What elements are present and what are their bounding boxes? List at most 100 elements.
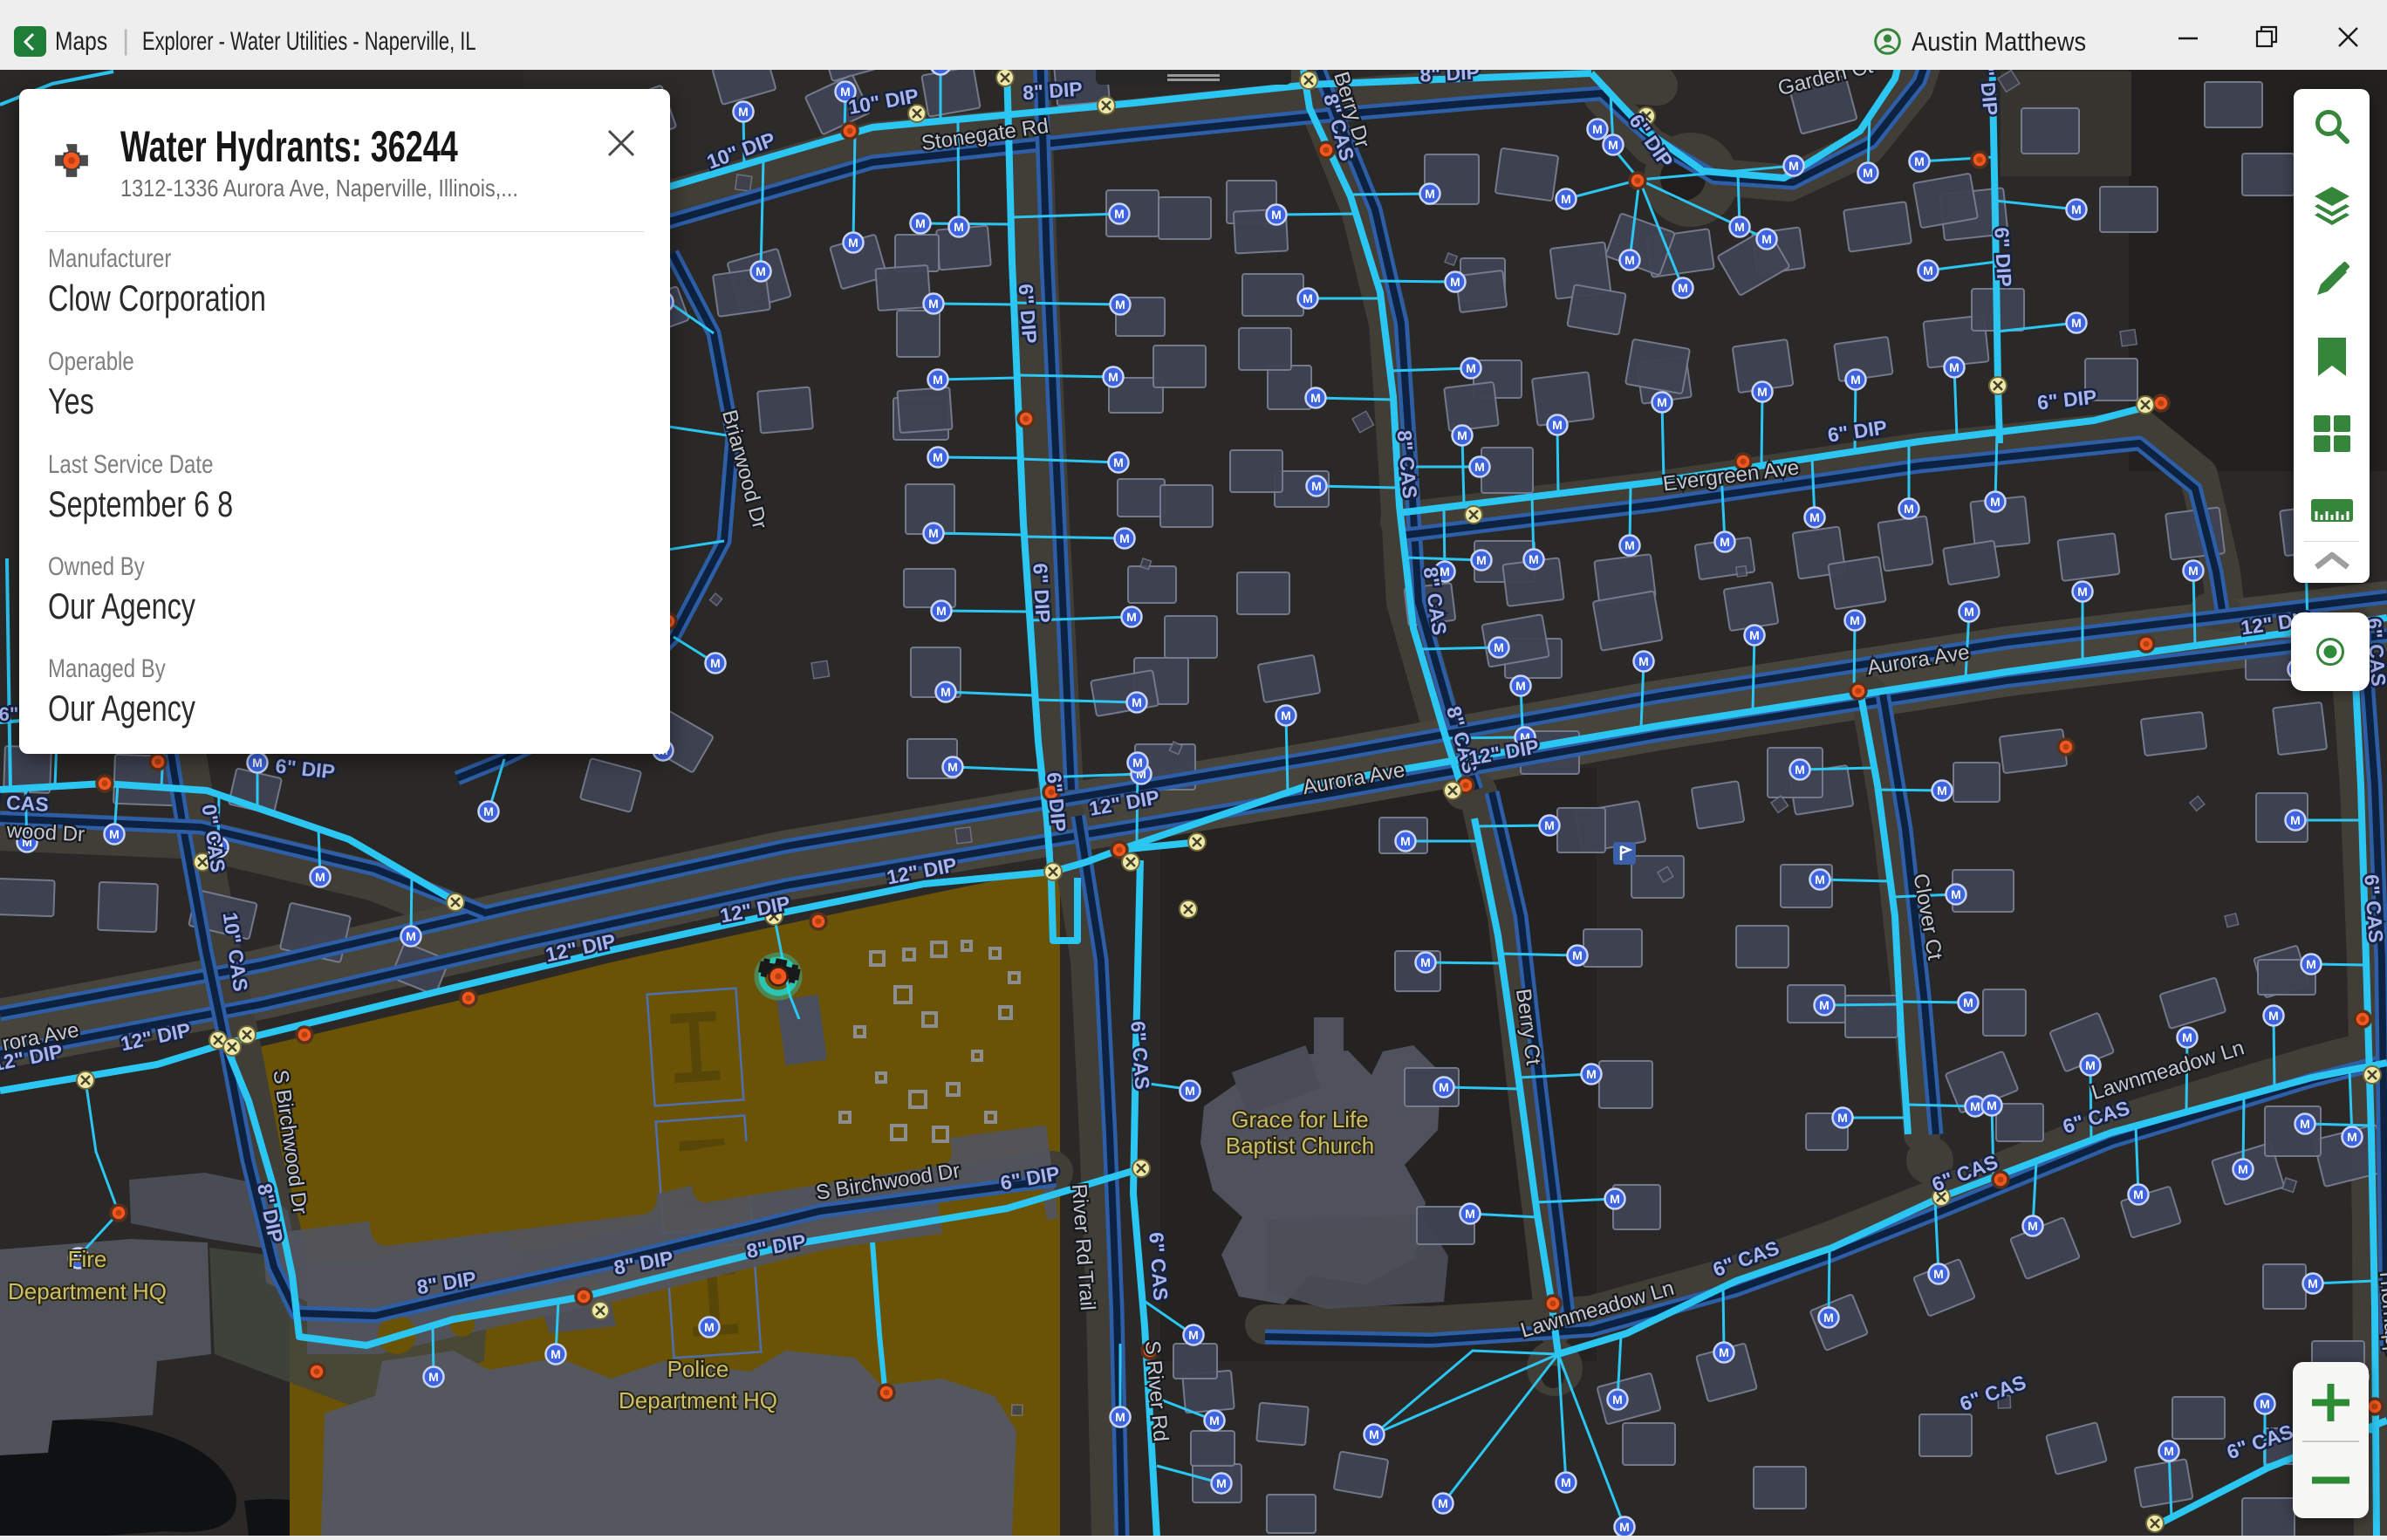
svg-text:M: M: [1964, 605, 1974, 619]
svg-text:M: M: [1823, 1311, 1834, 1324]
svg-text:M: M: [2300, 1117, 2310, 1131]
svg-text:M: M: [2028, 1219, 2038, 1233]
svg-text:M: M: [2260, 1397, 2270, 1411]
svg-text:M: M: [1114, 207, 1125, 221]
svg-text:M: M: [710, 656, 721, 670]
svg-text:M: M: [2085, 1058, 2096, 1072]
svg-text:M: M: [947, 760, 958, 774]
svg-text:M: M: [2182, 1030, 2192, 1044]
svg-text:M: M: [738, 105, 749, 119]
svg-text:M: M: [1749, 628, 1760, 642]
svg-text:M: M: [1624, 538, 1635, 552]
svg-text:M: M: [1850, 613, 1860, 627]
svg-text:M: M: [2308, 1276, 2318, 1290]
svg-text:M: M: [1963, 996, 1973, 1010]
svg-text:M: M: [1281, 708, 1291, 722]
svg-text:M: M: [2188, 564, 2199, 578]
svg-text:M: M: [848, 236, 858, 250]
svg-text:M: M: [109, 827, 120, 841]
svg-text:M: M: [1209, 1413, 1220, 1427]
svg-text:M: M: [1904, 502, 1914, 516]
svg-text:M: M: [1592, 122, 1603, 136]
svg-text:M: M: [2071, 202, 2082, 216]
svg-text:M: M: [1310, 391, 1321, 405]
svg-text:M: M: [1303, 291, 1313, 305]
svg-text:wood Dr: wood Dr: [5, 819, 85, 847]
svg-text:M: M: [1465, 1207, 1475, 1221]
svg-text:M: M: [1990, 495, 2001, 509]
svg-text:M: M: [756, 264, 766, 278]
svg-text:M: M: [933, 450, 943, 464]
svg-text:M: M: [1761, 232, 1772, 246]
svg-text:M: M: [1720, 535, 1730, 549]
svg-text:M: M: [1188, 1328, 1199, 1342]
svg-text:M: M: [1819, 998, 1830, 1012]
svg-text:M: M: [1572, 948, 1583, 962]
svg-text:M: M: [483, 804, 494, 818]
svg-text:Grace for Life: Grace for Life: [1231, 1106, 1369, 1133]
svg-text:M: M: [1425, 187, 1435, 201]
svg-text:6" CAS: 6" CAS: [1126, 1020, 1153, 1090]
svg-text:6" CAS: 6" CAS: [0, 790, 49, 816]
svg-text:6" DIP: 6" DIP: [1015, 283, 1042, 344]
svg-text:M: M: [1474, 460, 1485, 474]
svg-text:6" DIP: 6" DIP: [1990, 227, 2016, 288]
svg-text:M: M: [954, 220, 964, 234]
svg-text:M: M: [1815, 873, 1825, 886]
svg-text:Fire: Fire: [68, 1246, 107, 1272]
svg-text:M: M: [1586, 1067, 1597, 1081]
svg-text:M: M: [1757, 385, 1768, 399]
svg-text:M: M: [1970, 1099, 1980, 1113]
svg-text:M: M: [1113, 455, 1124, 469]
svg-text:M: M: [1795, 763, 1805, 777]
svg-text:Department HQ: Department HQ: [619, 1387, 777, 1413]
svg-text:M: M: [1610, 1192, 1620, 1206]
svg-text:M: M: [1923, 264, 1933, 277]
svg-text:6": 6": [0, 703, 18, 725]
svg-text:M: M: [1126, 610, 1137, 624]
svg-text:M: M: [1515, 679, 1526, 693]
svg-text:M: M: [1951, 887, 1961, 901]
svg-text:M: M: [428, 1370, 439, 1384]
svg-text:M: M: [928, 526, 939, 540]
svg-text:M: M: [1678, 281, 1688, 295]
svg-text:M: M: [1937, 784, 1947, 797]
svg-text:M: M: [1837, 1111, 1848, 1125]
svg-text:M: M: [1809, 510, 1820, 524]
svg-text:M: M: [1115, 298, 1125, 311]
svg-text:Baptist Church: Baptist Church: [1226, 1133, 1375, 1159]
svg-text:M: M: [1132, 756, 1143, 770]
svg-text:M: M: [1369, 1427, 1379, 1441]
svg-text:M: M: [1115, 1410, 1125, 1424]
svg-text:M: M: [1719, 1345, 1729, 1359]
svg-text:M: M: [1933, 1267, 1944, 1281]
svg-text:M: M: [2268, 1009, 2279, 1023]
svg-text:M: M: [2133, 1188, 2144, 1201]
svg-text:M: M: [2290, 813, 2301, 827]
svg-text:M: M: [1552, 418, 1563, 432]
svg-text:M: M: [1914, 154, 1925, 168]
svg-text:M: M: [1638, 654, 1649, 668]
svg-text:M: M: [940, 685, 951, 699]
svg-text:Police: Police: [667, 1356, 729, 1382]
svg-text:M: M: [1612, 1393, 1623, 1407]
svg-text:M: M: [1624, 253, 1635, 267]
svg-text:M: M: [1457, 428, 1467, 442]
svg-text:M: M: [1216, 1476, 1227, 1490]
svg-text:M: M: [1529, 552, 1539, 566]
svg-text:M: M: [1850, 373, 1861, 387]
svg-text:M: M: [1734, 220, 1745, 234]
svg-text:Department HQ: Department HQ: [8, 1278, 167, 1304]
svg-text:M: M: [1987, 1099, 1997, 1112]
svg-text:M: M: [704, 1320, 715, 1334]
svg-text:M: M: [315, 870, 325, 884]
svg-text:M: M: [2071, 316, 2082, 330]
svg-text:M: M: [928, 297, 939, 311]
svg-text:M: M: [1494, 640, 1504, 654]
svg-text:M: M: [1466, 361, 1476, 375]
svg-text:M: M: [1108, 370, 1118, 384]
svg-text:M: M: [915, 216, 926, 230]
svg-text:M: M: [1544, 818, 1555, 832]
svg-text:M: M: [2347, 1130, 2357, 1144]
svg-text:6" CAS: 6" CAS: [1145, 1231, 1172, 1301]
